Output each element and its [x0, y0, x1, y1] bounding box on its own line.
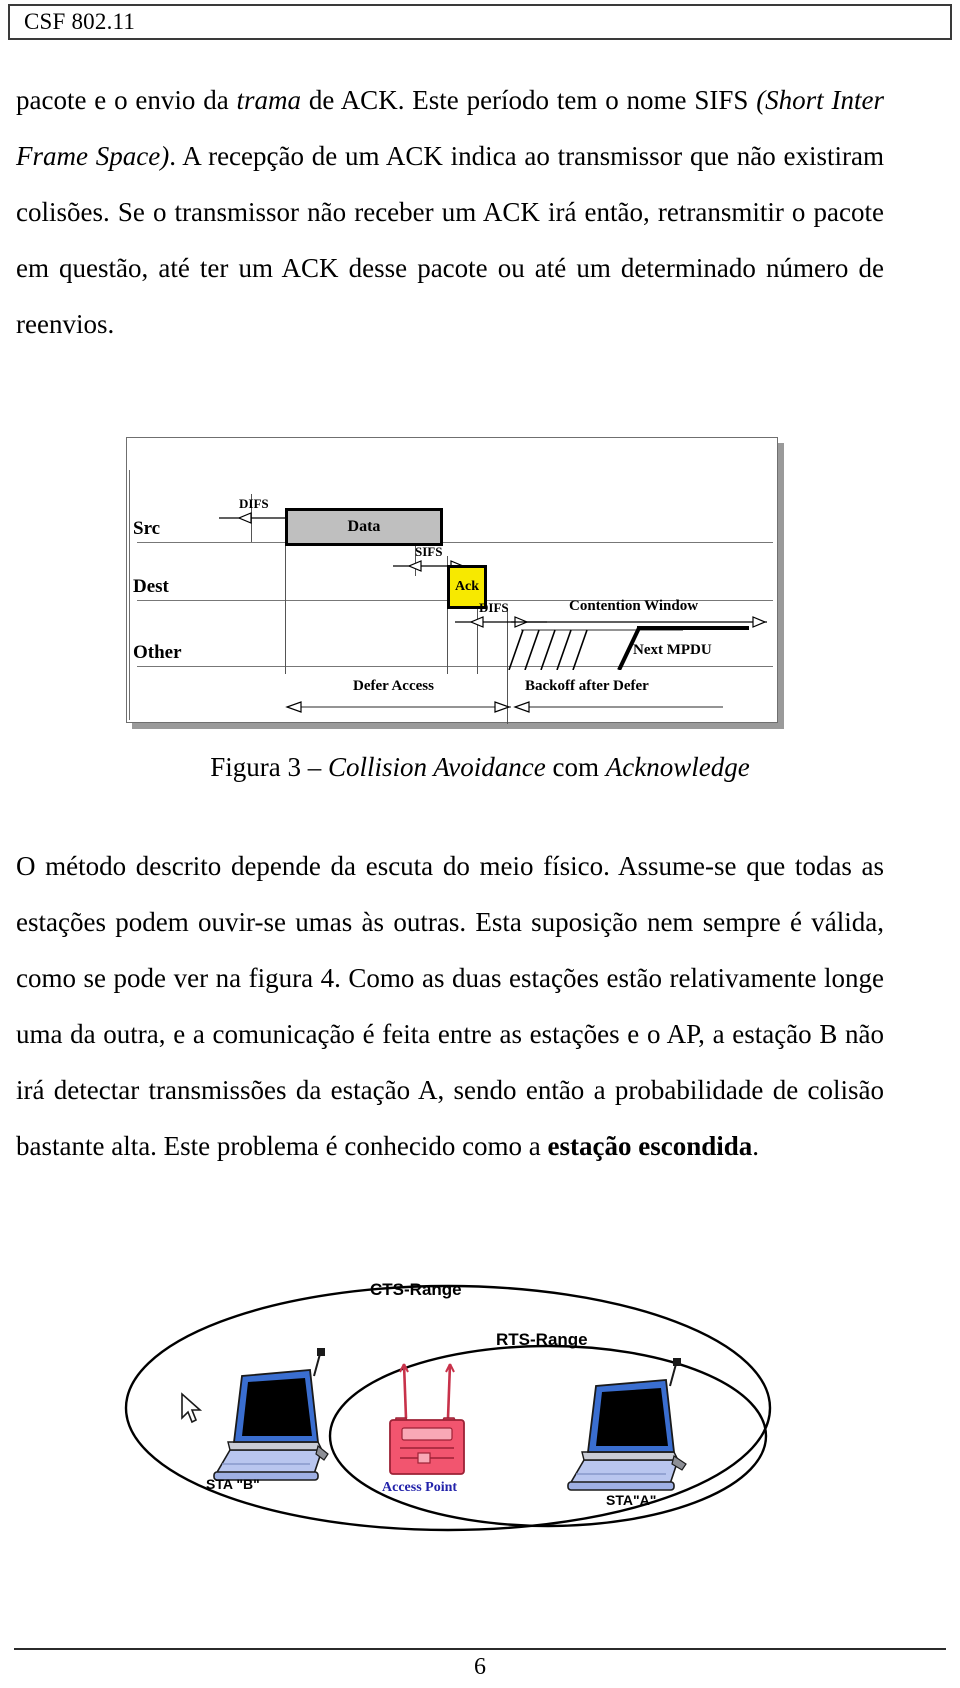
vline-difs2-mid	[477, 598, 478, 674]
contention-window-label: Contention Window	[569, 598, 699, 614]
figure-3-canvas: Src Dest Other DIFS Data SIFS Ack DIFS C…	[127, 438, 777, 724]
row-label-dest: Dest	[133, 576, 169, 597]
p1-seg-3: de ACK. Este período tem o nome SIFS	[301, 85, 757, 115]
page-header-box: CSF 802.11	[8, 4, 952, 40]
p1-seg-2-italic: trama	[236, 85, 302, 115]
figure-4-hidden-station: CTS-Range RTS-Range STA "B" Access Point…	[118, 1268, 778, 1536]
defer-access-label: Defer Access	[353, 678, 434, 694]
figure-3-caption: Figura 3 – Collision Avoidance com Ackno…	[0, 752, 960, 783]
row-label-other: Other	[133, 642, 182, 663]
packet-label-data: Data	[347, 518, 381, 535]
paragraph-1: pacote e o envio da trama de ACK. Este p…	[16, 72, 884, 352]
backoff-after-defer-label: Backoff after Defer	[525, 678, 649, 694]
cts-range-label: CTS-Range	[370, 1280, 462, 1299]
packet-box-data: Data	[285, 508, 443, 546]
sifs-label: SIFS	[415, 544, 443, 559]
packet-label-ack: Ack	[454, 579, 480, 594]
next-mpdu-label: Next MPDU	[633, 642, 712, 658]
src-baseline	[137, 542, 773, 543]
laptop-sta-a-icon	[567, 1358, 687, 1491]
paragraph-2: O método descrito depende da escuta do m…	[16, 838, 884, 1174]
access-point-icon	[389, 1363, 465, 1475]
defer-backoff-arrows	[285, 701, 723, 713]
difs-bottom-label: DIFS	[479, 600, 509, 615]
row-label-src: Src	[133, 518, 161, 539]
p1-seg-1: pacote e o envio da	[16, 85, 237, 115]
access-point-label: Access Point	[382, 1480, 458, 1495]
caption-mid: com	[545, 752, 606, 782]
p2-seg-3: .	[752, 1131, 760, 1161]
footer-page-number: 6	[474, 1654, 486, 1680]
page-header-title: CSF 802.11	[24, 9, 136, 34]
sta-a-label: STA"A"	[606, 1492, 657, 1508]
figure-3-left-rail	[129, 470, 130, 720]
rts-range-label: RTS-Range	[496, 1330, 588, 1349]
laptop-sta-b-icon	[181, 1348, 329, 1481]
p2-seg-2-bold: estação escondida	[547, 1131, 753, 1161]
sta-b-label: STA "B"	[206, 1476, 260, 1492]
document-page: CSF 802.11 pacote e o envio da trama de …	[0, 0, 960, 1688]
figure-3-timing-diagram: Src Dest Other DIFS Data SIFS Ack DIFS C…	[126, 437, 784, 729]
figure-3-frame: Src Dest Other DIFS Data SIFS Ack DIFS C…	[126, 437, 778, 724]
caption-italic-2: Acknowledge	[605, 752, 750, 782]
footer-rule	[14, 1648, 946, 1650]
caption-prefix: Figura 3 –	[210, 752, 329, 782]
caption-italic-1: Collision Avoidance	[328, 752, 546, 782]
difs-top-label: DIFS	[239, 496, 269, 511]
p2-seg-1: O método descrito depende da escuta do m…	[16, 851, 884, 1161]
